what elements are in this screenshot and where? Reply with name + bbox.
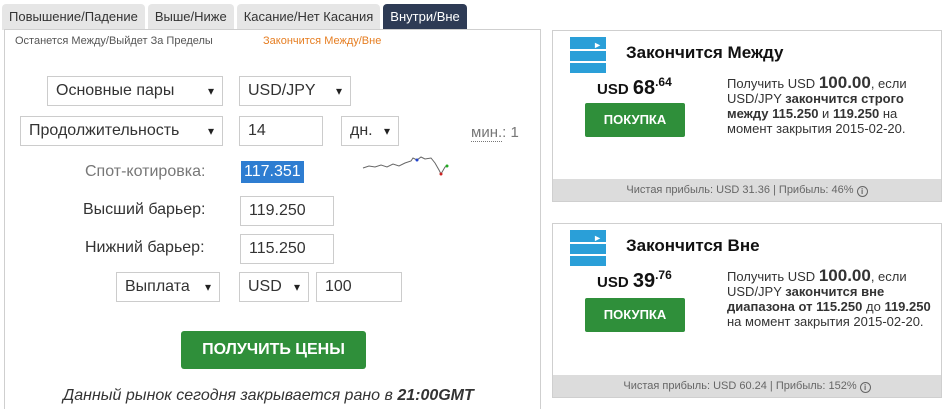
market-note-text: Данный рынок сегодня закрывается рано в <box>63 387 393 404</box>
info-icon[interactable]: i <box>856 186 868 197</box>
price-decimal: .76 <box>655 268 672 282</box>
card-title: Закончится Вне <box>626 236 760 255</box>
min-label: мин. <box>471 124 503 142</box>
desc-and: до <box>865 299 881 314</box>
desc-amount: 100.00 <box>818 73 871 92</box>
spot-label: Спот-котировка: <box>85 163 206 180</box>
duration-input-value: 14 <box>248 122 266 139</box>
tab-rise-fall[interactable]: Повышение/Падение <box>2 4 145 30</box>
low-barrier-label: Нижний барьер: <box>85 239 205 256</box>
price-currency: USD <box>597 274 629 291</box>
desc-if: , если <box>870 269 907 284</box>
subtab-stays-between[interactable]: Останется Между/Выйдет За Пределы <box>15 35 213 47</box>
card-price: USD 39.76 <box>597 268 672 293</box>
info-icon[interactable]: i <box>859 382 871 393</box>
low-barrier-value: 115.250 <box>249 240 306 257</box>
payout-type-select[interactable]: Выплата <box>116 272 220 302</box>
card-footer: Чистая прибыль: USD 31.36 | Прибыль: 46%… <box>553 179 941 201</box>
duration-type-select[interactable]: Продолжительность <box>20 116 223 146</box>
desc-barrier2: 119.250 <box>884 299 931 314</box>
price-integer: 68 <box>632 77 656 99</box>
contract-card-outside: ► Закончится Вне USD 39.76 ПОКУПКА Получ… <box>552 223 942 398</box>
trade-form-panel: Останется Между/Выйдет За Пределы Законч… <box>4 29 541 409</box>
card-description: Получить USD 100.00, если USD/JPY законч… <box>727 266 932 329</box>
card-footer: Чистая прибыль: USD 60.24 | Прибыль: 152… <box>553 375 941 397</box>
duration-unit-value: дн. <box>350 122 373 139</box>
high-barrier-input[interactable]: 119.250 <box>240 196 334 226</box>
get-prices-button[interactable]: ПОЛУЧИТЬ ЦЕНЫ <box>181 331 366 369</box>
tab-in-out[interactable]: Внутри/Вне <box>383 4 467 30</box>
low-barrier-input[interactable]: 115.250 <box>240 234 334 264</box>
symbol-value: USD/JPY <box>248 82 316 99</box>
high-barrier-value: 119.250 <box>249 202 306 219</box>
profit-text: Чистая прибыль: USD 60.24 | Прибыль: 152… <box>623 380 857 392</box>
subtab-ends-between[interactable]: Закончится Между/Вне <box>263 35 381 47</box>
price-integer: 39 <box>632 270 656 292</box>
market-value: Основные пары <box>56 82 175 99</box>
desc-symbol: USD/JPY <box>727 284 782 299</box>
amount-input[interactable]: 100 <box>316 272 402 302</box>
min-duration: мин.: 1 <box>471 124 519 142</box>
subtabs: Останется Между/Выйдет За Пределы Законч… <box>15 35 381 47</box>
high-barrier-label: Высший барьер: <box>83 201 206 218</box>
desc-symbol: USD/JPY <box>727 91 782 106</box>
symbol-select[interactable]: USD/JPY <box>239 76 351 106</box>
buy-button[interactable]: ПОКУПКА <box>585 103 685 137</box>
min-value: : 1 <box>502 124 519 141</box>
market-select[interactable]: Основные пары <box>47 76 223 106</box>
spot-value: 117.351 <box>241 161 304 183</box>
price-currency: USD <box>597 81 629 98</box>
desc-and: и <box>822 106 830 121</box>
card-title: Закончится Между <box>626 43 784 62</box>
payout-type-value: Выплата <box>125 278 190 295</box>
profit-text: Чистая прибыль: USD 31.36 | Прибыль: 46% <box>626 184 854 196</box>
desc-amount: 100.00 <box>818 266 871 285</box>
contract-card-between: ► Закончится Между USD 68.64 ПОКУПКА Пол… <box>552 30 942 202</box>
duration-unit-select[interactable]: дн. <box>341 116 399 146</box>
buy-button[interactable]: ПОКУПКА <box>585 298 685 332</box>
contract-type-tabs: Повышение/Падение Выше/Ниже Касание/Нет … <box>2 4 467 30</box>
currency-value: USD <box>248 278 282 295</box>
desc-prefix: Получить USD <box>727 269 816 284</box>
card-description: Получить USD 100.00, если USD/JPY законч… <box>727 73 932 136</box>
duration-input[interactable]: 14 <box>239 116 323 146</box>
card-price: USD 68.64 <box>597 75 672 100</box>
duration-type-value: Продолжительность <box>29 122 180 139</box>
desc-barrier2: 119.250 <box>832 106 880 121</box>
market-note-time: 21:00GMT <box>397 387 474 404</box>
price-decimal: .64 <box>655 75 672 89</box>
range-icon: ► <box>570 37 606 73</box>
desc-prefix: Получить USD <box>727 76 816 91</box>
market-close-note: Данный рынок сегодня закрывается рано в … <box>63 387 474 405</box>
spot-sparkline <box>362 156 449 176</box>
range-icon: ► <box>570 230 606 266</box>
tab-higher-lower[interactable]: Выше/Ниже <box>147 4 234 30</box>
currency-select[interactable]: USD <box>239 272 309 302</box>
amount-value: 100 <box>325 278 352 295</box>
desc-if: , если <box>870 76 907 91</box>
tab-touch-no-touch[interactable]: Касание/Нет Касания <box>236 4 381 30</box>
desc-suffix: на момент закрытия 2015-02-20. <box>727 314 924 329</box>
